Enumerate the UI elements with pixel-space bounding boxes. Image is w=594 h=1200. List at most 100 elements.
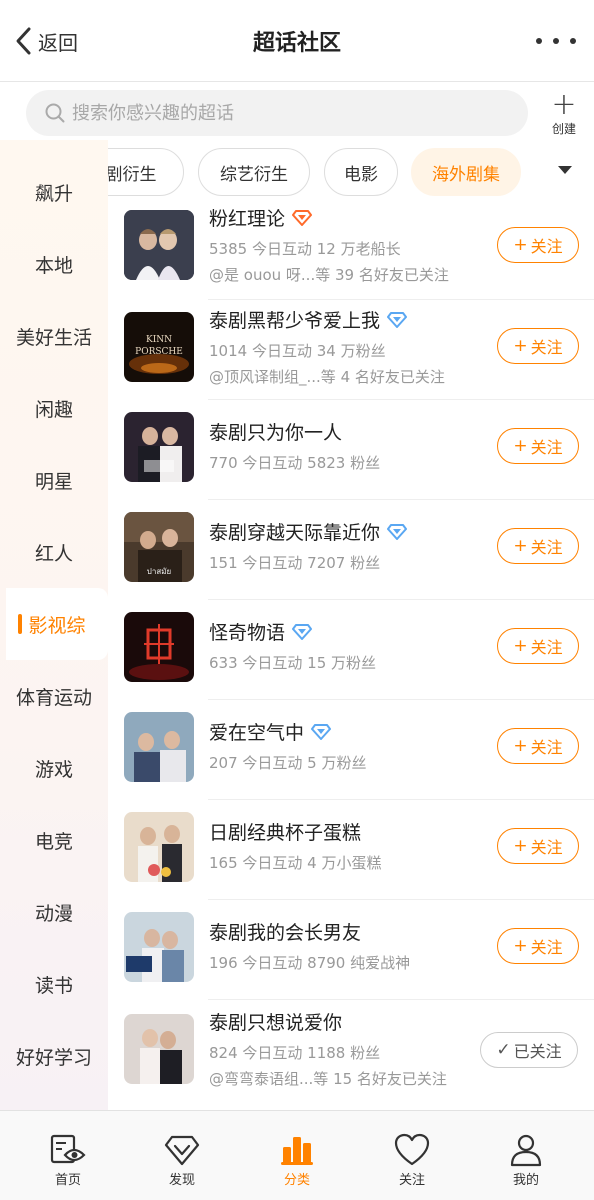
topic-title-text: 日剧经典杯子蛋糕 xyxy=(209,822,362,844)
sidebar-item-label: 电竞 xyxy=(34,830,73,853)
sidebar-item-local[interactable]: 本地 xyxy=(0,228,108,300)
topic-thumbnail xyxy=(124,412,194,482)
topic-title-text: 泰剧黑帮少爷爱上我 xyxy=(209,310,381,332)
topic-thumbnail xyxy=(124,210,194,280)
svg-text:ปาสมัย: ปาสมัย xyxy=(147,567,171,576)
follow-button[interactable]: + 关注 xyxy=(497,227,579,263)
follow-button[interactable]: + 关注 xyxy=(497,328,579,364)
list-item[interactable]: 泰剧只为你一人 770 今日互动 5823 粉丝 + 关注 xyxy=(108,396,594,500)
sidebar-item-reading[interactable]: 读书 xyxy=(0,948,108,1020)
sidebar-item-label: 明星 xyxy=(34,470,73,493)
tab-profile[interactable]: 我的 xyxy=(476,1133,576,1188)
chip-label: 海外剧集 xyxy=(432,164,500,185)
sidebar-item-lifestyle[interactable]: 美好生活 xyxy=(0,300,108,372)
navigation-bar: 返回 超话社区 xyxy=(0,0,594,82)
follow-button[interactable]: + 关注 xyxy=(497,828,579,864)
topic-title-text: 泰剧我的会长男友 xyxy=(209,922,362,944)
more-dot-icon xyxy=(553,38,559,44)
topic-stats: 207 今日互动 5 万粉丝 xyxy=(209,754,367,772)
list-item[interactable]: ปาสมัย 泰剧穿越天际靠近你 151 今日互动 7207 粉丝 + 关注 xyxy=(108,496,594,600)
sidebar-item-label: 体育运动 xyxy=(15,686,92,709)
tab-home[interactable]: 首页 xyxy=(18,1133,118,1188)
topic-stats: 824 今日互动 1188 粉丝 xyxy=(209,1044,381,1062)
plus-icon: + xyxy=(513,936,528,956)
follow-label: 已关注 xyxy=(513,1042,562,1061)
topic-stats: 1014 今日互动 34 万粉丝 xyxy=(209,342,386,360)
follow-button[interactable]: + 关注 xyxy=(497,628,579,664)
sidebar-item-leisure[interactable]: 闲趣 xyxy=(0,372,108,444)
search-icon xyxy=(45,103,65,123)
follow-label: 关注 xyxy=(530,338,563,357)
category-sidebar: 飙升 本地 美好生活 闲趣 明星 红人 影视综 体育运动 游戏 电竞 动漫 读书… xyxy=(0,140,108,1110)
sidebar-item-sports[interactable]: 体育运动 xyxy=(0,660,108,732)
tab-label: 分类 xyxy=(283,1173,310,1188)
topic-thumbnail: KINN PORSCHE xyxy=(124,312,194,382)
list-item[interactable]: 粉红理论 5385 今日互动 12 万老船长 @是 ouou 呀...等 39 … xyxy=(108,200,594,300)
sidebar-item-esports[interactable]: 电竞 xyxy=(0,804,108,876)
page-title: 超话社区 xyxy=(252,31,341,56)
chip-drama-derivative[interactable]: 剧衍生 xyxy=(108,148,184,196)
more-options-button[interactable] xyxy=(536,30,576,52)
follow-label: 关注 xyxy=(530,438,563,457)
sidebar-item-anime[interactable]: 动漫 xyxy=(0,876,108,948)
active-indicator xyxy=(18,614,22,634)
topic-title-text: 怪奇物语 xyxy=(209,622,286,644)
tab-discover[interactable]: 发现 xyxy=(132,1133,232,1188)
tab-following[interactable]: 关注 xyxy=(362,1133,462,1188)
tab-label: 关注 xyxy=(398,1173,425,1188)
search-bar[interactable] xyxy=(26,90,528,136)
blue-diamond-badge-icon xyxy=(387,523,408,540)
follow-button[interactable]: + 关注 xyxy=(497,428,579,464)
list-item[interactable]: 泰剧只想说爱你 824 今日互动 1188 粉丝 @弯弯泰语组...等 15 名… xyxy=(108,996,594,1096)
plus-icon: + xyxy=(513,235,528,255)
topic-thumbnail xyxy=(124,812,194,882)
plus-icon: + xyxy=(551,87,577,122)
sidebar-item-study[interactable]: 好好学习 xyxy=(0,1020,108,1092)
sidebar-item-soaring[interactable]: 飙升 xyxy=(0,156,108,228)
follow-button[interactable]: + 关注 xyxy=(497,528,579,564)
chip-movie[interactable]: 电影 xyxy=(324,148,398,196)
checkmark-icon: ✓ xyxy=(496,1040,511,1060)
create-button[interactable]: + 创建 xyxy=(544,87,584,137)
followed-button[interactable]: ✓ 已关注 xyxy=(480,1032,578,1068)
list-item[interactable]: KINN PORSCHE 泰剧黑帮少爷爱上我 1014 今日互动 34 万粉丝 @… xyxy=(108,296,594,400)
bottom-tab-bar: 首页 发现 分类 关注 我的 xyxy=(0,1110,594,1200)
list-item[interactable]: 泰剧我的会长男友 196 今日互动 8790 纯爱战神 + 关注 xyxy=(108,896,594,1000)
follow-button[interactable]: + 关注 xyxy=(497,728,579,764)
sidebar-item-celebrity[interactable]: 明星 xyxy=(0,444,108,516)
chip-variety-derivative[interactable]: 综艺衍生 xyxy=(198,148,310,196)
sidebar-item-label: 闲趣 xyxy=(34,398,73,421)
sidebar-item-label: 本地 xyxy=(34,254,73,277)
create-label: 创建 xyxy=(551,122,576,136)
sidebar-item-games[interactable]: 游戏 xyxy=(0,732,108,804)
topic-title: 泰剧穿越天际靠近你 xyxy=(209,518,408,545)
follow-button[interactable]: + 关注 xyxy=(497,928,579,964)
list-item[interactable]: 怪奇物语 633 今日互动 15 万粉丝 + 关注 xyxy=(108,596,594,700)
friends-following: @顶风译制组_...等 4 名好友已关注 xyxy=(209,368,445,386)
list-item[interactable]: 爱在空气中 207 今日互动 5 万粉丝 + 关注 xyxy=(108,696,594,800)
sidebar-item-influencer[interactable]: 红人 xyxy=(0,516,108,588)
tab-category[interactable]: 分类 xyxy=(247,1133,347,1188)
topic-stats: 5385 今日互动 12 万老船长 xyxy=(209,240,401,258)
chip-label: 剧衍生 xyxy=(108,164,157,185)
plus-icon: + xyxy=(513,336,528,356)
topic-thumbnail xyxy=(124,1014,194,1084)
topic-title: 泰剧黑帮少爷爱上我 xyxy=(209,306,408,333)
chevron-down-icon[interactable] xyxy=(558,166,572,174)
topic-stats: 165 今日互动 4 万小蛋糕 xyxy=(209,854,382,872)
plus-icon: + xyxy=(513,636,528,656)
topic-title: 粉红理论 xyxy=(209,204,313,231)
svg-text:KINN: KINN xyxy=(146,335,172,345)
more-dot-icon xyxy=(536,38,542,44)
topic-stats: 196 今日互动 8790 纯爱战神 xyxy=(209,954,411,972)
sidebar-item-film-tv[interactable]: 影视综 xyxy=(6,588,108,660)
follow-label: 关注 xyxy=(530,538,563,557)
chip-overseas-series[interactable]: 海外剧集 xyxy=(411,148,521,196)
tab-label: 发现 xyxy=(168,1173,195,1188)
blue-diamond-badge-icon xyxy=(387,311,408,328)
topic-thumbnail xyxy=(124,712,194,782)
list-item[interactable]: 日剧经典杯子蛋糕 165 今日互动 4 万小蛋糕 + 关注 xyxy=(108,796,594,900)
bar-chart-icon xyxy=(281,1137,313,1165)
svg-text:PORSCHE: PORSCHE xyxy=(135,347,183,357)
search-input[interactable] xyxy=(72,102,512,124)
